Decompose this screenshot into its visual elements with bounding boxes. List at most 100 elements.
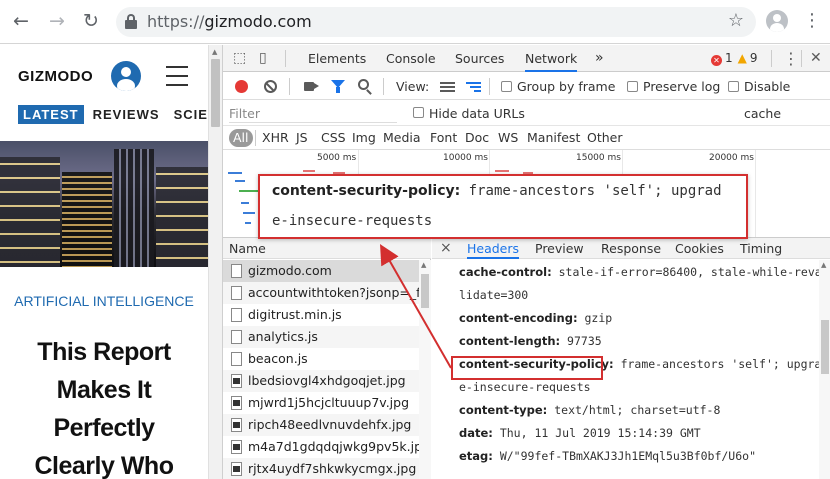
more-tabs-icon[interactable]: » (595, 45, 604, 72)
request-name: beacon.js (248, 351, 308, 366)
request-row[interactable]: ripch48eedlvnuvdehfx.jpg (223, 414, 419, 436)
request-row[interactable]: m4a7d1gdqdqjwkg9pv5k.jpg (223, 436, 419, 458)
type-ws[interactable]: WS (498, 129, 518, 147)
close-details-icon[interactable]: × (440, 238, 452, 259)
group-by-frame-checkbox[interactable] (501, 81, 512, 92)
address-bar[interactable]: https://gizmodo.com ☆ (116, 7, 756, 37)
nav-latest[interactable]: LATEST (18, 105, 84, 124)
article-category[interactable]: ARTIFICIAL INTELLIGENCE (0, 293, 208, 309)
request-name: lbedsiovgl4xhdgoqjet.jpg (248, 373, 406, 388)
request-row[interactable]: beacon.js (223, 348, 419, 370)
network-toolbar: View: Group by frame Preserve log Disabl… (223, 73, 830, 121)
screenshot-camera-icon[interactable] (304, 82, 319, 91)
document-file-icon (231, 330, 242, 344)
hamburger-menu-icon[interactable] (166, 66, 188, 86)
tab-console[interactable]: Console (386, 45, 436, 72)
request-row[interactable]: digitrust.min.js (223, 304, 419, 326)
request-row[interactable]: accountwithtoken?jsonp=_fa (223, 282, 419, 304)
request-list-scrollbar[interactable]: ▲ (419, 260, 431, 479)
request-name: ripch48eedlvnuvdehfx.jpg (248, 417, 412, 432)
url-text[interactable]: https://gizmodo.com (147, 12, 312, 31)
devtools-panel: ⬚ ▯ Elements Console Sources Network » ✕… (222, 45, 830, 479)
type-font[interactable]: Font (430, 129, 457, 147)
tab-headers[interactable]: Headers (467, 238, 520, 259)
header-value: W/"99fef-TBmXAKJ3Jh1EMql5u3Bf0bf/U6o" (499, 449, 757, 463)
type-all[interactable]: All (229, 129, 253, 147)
header-line: content-encoding: gzip (459, 311, 612, 325)
details-scrollbar[interactable]: ▲ (819, 260, 830, 479)
request-row[interactable]: lbedsiovgl4xhdgoqjet.jpg (223, 370, 419, 392)
device-toolbar-icon[interactable]: ▯ (259, 45, 267, 72)
type-manifest[interactable]: Manifest (527, 129, 580, 147)
tick-label: 15000 ms (576, 153, 621, 163)
nav-science[interactable]: SCIEN (169, 105, 208, 124)
preserve-log-label[interactable]: Preserve log (643, 73, 720, 100)
header-value: gzip (584, 311, 613, 325)
hide-data-urls-label[interactable]: Hide data URLs (429, 101, 525, 126)
clear-icon[interactable] (264, 80, 277, 93)
tab-network[interactable]: Network (525, 45, 578, 72)
tab-preview[interactable]: Preview (535, 238, 584, 259)
inspect-element-icon[interactable]: ⬚ (233, 45, 246, 72)
tab-timing[interactable]: Timing (740, 238, 782, 259)
request-name: mjwrd1j5hcjcltuuup7v.jpg (248, 395, 410, 410)
record-icon[interactable] (235, 80, 248, 93)
devtools-menu-icon[interactable]: ⋮ (783, 45, 799, 72)
tab-cookies[interactable]: Cookies (675, 238, 724, 259)
hide-data-urls-checkbox[interactable] (413, 107, 424, 118)
page-scrollbar[interactable]: ▲ (208, 45, 222, 479)
hero-image[interactable] (0, 141, 208, 267)
document-file-icon (231, 264, 242, 278)
details-tabbar: × Headers Preview Response Cookies Timin… (432, 238, 830, 259)
bookmark-star-icon[interactable]: ☆ (728, 10, 744, 31)
request-row[interactable]: analytics.js (223, 326, 419, 348)
back-icon[interactable]: ← (8, 8, 34, 34)
type-js[interactable]: JS (296, 129, 308, 147)
filter-icon[interactable] (331, 80, 345, 93)
resource-type-filters: All XHR JS CSS Img Media Font Doc WS Man… (223, 126, 830, 150)
devtools-close-icon[interactable]: ✕ (810, 45, 822, 72)
forward-icon[interactable]: → (44, 8, 70, 34)
header-value: Thu, 11 Jul 2019 15:14:39 GMT (499, 426, 701, 440)
reload-icon[interactable]: ↻ (78, 8, 104, 34)
header-line: content-type: text/html; charset=utf-8 (459, 403, 720, 417)
tooltip-value-2: e-insecure-requests (272, 213, 433, 229)
site-logo[interactable]: GIZMODO (18, 68, 93, 85)
article-headline[interactable]: This Report Makes It Perfectly Clearly W… (0, 333, 208, 479)
user-account-icon[interactable] (111, 61, 141, 91)
request-name: rjtx4uydf7shkwkycmgx.jpg (248, 461, 417, 476)
disable-cache-checkbox[interactable] (728, 81, 739, 92)
tab-elements[interactable]: Elements (308, 45, 366, 72)
type-css[interactable]: CSS (321, 129, 346, 147)
error-count: 1 (725, 51, 733, 65)
type-img[interactable]: Img (352, 129, 376, 147)
type-doc[interactable]: Doc (465, 129, 489, 147)
header-key: date: (459, 426, 493, 440)
request-row[interactable]: mjwrd1j5hcjcltuuup7v.jpg (223, 392, 419, 414)
group-by-frame-label[interactable]: Group by frame (517, 73, 615, 100)
tab-sources[interactable]: Sources (455, 45, 504, 72)
request-row[interactable]: rjtx4uydf7shkwkycmgx.jpg (223, 458, 419, 479)
tab-response[interactable]: Response (601, 238, 661, 259)
type-media[interactable]: Media (383, 129, 421, 147)
header-value: lidate=300 (459, 288, 529, 302)
filter-input[interactable] (229, 104, 397, 123)
search-icon[interactable] (358, 79, 369, 90)
header-line: e-insecure-requests (459, 380, 591, 394)
profile-avatar-icon[interactable] (766, 10, 788, 32)
type-xhr[interactable]: XHR (262, 129, 289, 147)
error-warning-counter[interactable]: ✕ 1 ▲ 9 (711, 45, 758, 72)
image-file-icon (231, 440, 242, 454)
browser-menu-icon[interactable]: ⋮ (802, 9, 822, 33)
request-row[interactable]: gizmodo.com (223, 260, 419, 282)
document-file-icon (231, 352, 242, 366)
waterfall-icon[interactable] (466, 82, 481, 92)
nav-reviews[interactable]: REVIEWS (88, 105, 165, 124)
type-other[interactable]: Other (587, 129, 623, 147)
preserve-log-checkbox[interactable] (627, 81, 638, 92)
header-key: cache-control: (459, 265, 552, 279)
csp-header-highlight (451, 356, 603, 380)
large-rows-icon[interactable] (440, 82, 455, 92)
name-column-header[interactable]: Name (223, 238, 431, 259)
image-file-icon (231, 418, 242, 432)
